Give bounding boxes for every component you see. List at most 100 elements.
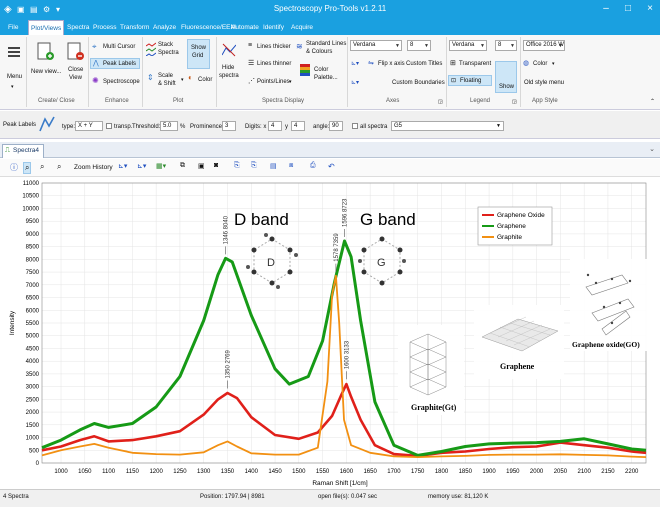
digits-y-stepper[interactable]: 4 xyxy=(291,121,305,131)
image-icon[interactable]: ▣ xyxy=(198,162,205,170)
axes-style-icon[interactable]: ⊾▾ xyxy=(351,60,359,68)
old-style-menu-button[interactable]: Old style menu xyxy=(524,79,564,87)
axes-font-combo[interactable]: Verdana ▼ xyxy=(350,40,402,51)
tab-analyze[interactable]: Analyze xyxy=(151,20,178,35)
axes-dialog-launcher-icon[interactable]: ◲ xyxy=(438,98,443,106)
palette-label-1: Color xyxy=(314,67,329,73)
tab-spectra[interactable]: Spectra xyxy=(65,20,91,35)
menu-dropdown-icon[interactable]: ▾ xyxy=(11,83,14,91)
x-tick-label: 1600 xyxy=(340,469,354,475)
x-tick-label: 1450 xyxy=(268,469,282,475)
axis-x-icon[interactable]: ⊾▾ xyxy=(118,162,127,170)
custom-titles-button[interactable]: Custom Titles xyxy=(406,60,442,68)
peak-labels-bar-icon xyxy=(39,116,55,132)
tab-file[interactable]: File xyxy=(6,20,20,35)
all-spectra-checkbox[interactable] xyxy=(352,123,358,129)
print-icon[interactable]: ⎙ xyxy=(310,162,316,170)
tab-spectra4-label: Spectra4 xyxy=(13,147,40,154)
y-tick-label: 1500 xyxy=(26,423,40,429)
digits-x-stepper[interactable]: 4 xyxy=(268,121,282,131)
status-memory: memory use: 81,120 K xyxy=(428,494,489,500)
x-tick-label: 1350 xyxy=(221,469,235,475)
tab-plot-views[interactable]: Plot/Views xyxy=(28,20,65,35)
close-view-label-1: Close xyxy=(68,67,84,73)
document-icon[interactable]: ▤ xyxy=(270,162,277,170)
axes-scale-icon[interactable]: ⊾▾ xyxy=(351,79,359,87)
standard-label-1: Standard Lines xyxy=(306,41,347,47)
undo-icon[interactable]: ↶ xyxy=(328,162,335,171)
axis-y-icon[interactable]: ⊾▾ xyxy=(137,162,146,170)
minimize-icon[interactable]: – xyxy=(600,2,612,16)
tab-transform[interactable]: Transform xyxy=(118,20,151,35)
show-grid-button[interactable]: Show Grid xyxy=(187,39,210,69)
digits-y-label: y xyxy=(285,124,288,130)
close-window-button[interactable]: × xyxy=(644,2,656,16)
x-tick-label: 1300 xyxy=(197,469,211,475)
camera-icon[interactable]: ◙ xyxy=(214,162,218,169)
spectroscope-label: Spectroscope xyxy=(103,79,140,85)
digits-label: Digits: x xyxy=(245,124,267,130)
spectrum-select[interactable]: G5 ▼ xyxy=(391,121,504,131)
copy-icon[interactable]: ⧉ xyxy=(180,162,185,170)
x-tick-label: 1500 xyxy=(292,469,306,475)
legend-dialog-launcher-icon[interactable]: ◲ xyxy=(512,98,517,106)
axes-size-combo[interactable]: 8 ▼ xyxy=(407,40,431,51)
floating-toggle[interactable]: ⊡ Floating xyxy=(448,75,492,86)
standard-label-2: & Colours xyxy=(306,49,333,55)
document-tab-bar: ⎍ Spectra4 ⌄ xyxy=(0,142,660,158)
legend-size-combo[interactable]: 8 ▼ xyxy=(495,40,517,51)
graphite-inset-label: Graphite(Gt) xyxy=(411,403,457,412)
info-icon[interactable]: ⓘ xyxy=(10,162,18,173)
show-grid-label-1: Show xyxy=(191,45,207,51)
tab-process[interactable]: Process xyxy=(91,20,118,35)
lines-thinner-icon: ☰ xyxy=(248,60,255,67)
digits-y-value: 4 xyxy=(294,123,298,129)
axes-font-value: Verdana xyxy=(353,42,376,48)
threshold-stepper[interactable]: 5.0 xyxy=(160,121,178,131)
type-label: type: xyxy=(62,124,76,130)
tab-spectra4[interactable]: ⎍ Spectra4 xyxy=(2,144,44,158)
legend-font-value: Verdana xyxy=(452,42,475,48)
stack-label-1: Stack xyxy=(158,42,174,48)
scale-shift-icon: ⇕ xyxy=(147,73,154,82)
export-icon[interactable]: ⎘ xyxy=(234,162,240,170)
angle-stepper[interactable]: 90 xyxy=(329,121,343,131)
show-legend-button[interactable]: Show xyxy=(495,61,517,93)
angle-label: angle: xyxy=(313,124,330,130)
tab-acquire[interactable]: Acquire xyxy=(289,20,315,35)
table-icon[interactable]: ▦▾ xyxy=(156,162,166,170)
app-style-combo[interactable]: Office 2016 W ▼ xyxy=(523,40,565,51)
legend-font-combo[interactable]: Verdana ▼ xyxy=(449,40,487,51)
floating-label: Floating xyxy=(460,78,482,84)
stack-icon[interactable]: ⧈ xyxy=(289,162,293,170)
type-combo[interactable]: X + Y xyxy=(75,121,103,131)
flip-icon: ⇋ xyxy=(368,60,374,67)
prominence-stepper[interactable]: 3 xyxy=(222,121,236,131)
zoom-in-icon[interactable]: ⌕ xyxy=(23,162,32,174)
maximize-icon[interactable]: □ xyxy=(622,2,634,16)
zoom-fit-icon[interactable]: ⌕ xyxy=(40,162,44,172)
transp-checkbox[interactable] xyxy=(106,123,112,129)
group-separator xyxy=(446,37,447,107)
tab-automate[interactable]: Automate xyxy=(229,20,261,35)
zoom-history-button[interactable]: Zoom History xyxy=(74,163,113,172)
zoom-out-icon[interactable]: ⌕ xyxy=(57,162,61,172)
points-lines-dropdown-icon[interactable]: ▾ xyxy=(289,78,292,86)
peak-labels-button[interactable]: ⋀ Peak Labels xyxy=(90,58,140,69)
scale-dropdown-icon[interactable]: ▾ xyxy=(181,76,184,84)
x-tick-label: 1100 xyxy=(102,469,116,475)
tab-identify[interactable]: Identify xyxy=(261,20,286,35)
stack-spectra-icon xyxy=(146,42,156,56)
g-ring-diagram: G xyxy=(358,236,406,286)
tabs-overflow-icon[interactable]: ⌄ xyxy=(649,145,655,153)
custom-boundaries-button[interactable]: Custom Boundaries xyxy=(392,79,445,87)
app-color-dropdown-icon[interactable]: ▾ xyxy=(552,60,555,68)
x-tick-label: 2150 xyxy=(601,469,615,475)
export2-icon[interactable]: ⎘ xyxy=(251,162,257,170)
show-legend-label: Show xyxy=(499,84,515,90)
spectrum-value: G5 xyxy=(394,123,403,129)
status-bar: 4 Spectra Position: 1797.94 | 8981 open … xyxy=(0,489,660,507)
spectrum-chart[interactable]: 0 500 1000 1500 2000 2500 3000 3500 4000 4500 5000… xyxy=(0,177,660,487)
y-tick-label: 10500 xyxy=(22,194,39,200)
collapse-ribbon-icon[interactable]: ⌃ xyxy=(650,98,655,106)
